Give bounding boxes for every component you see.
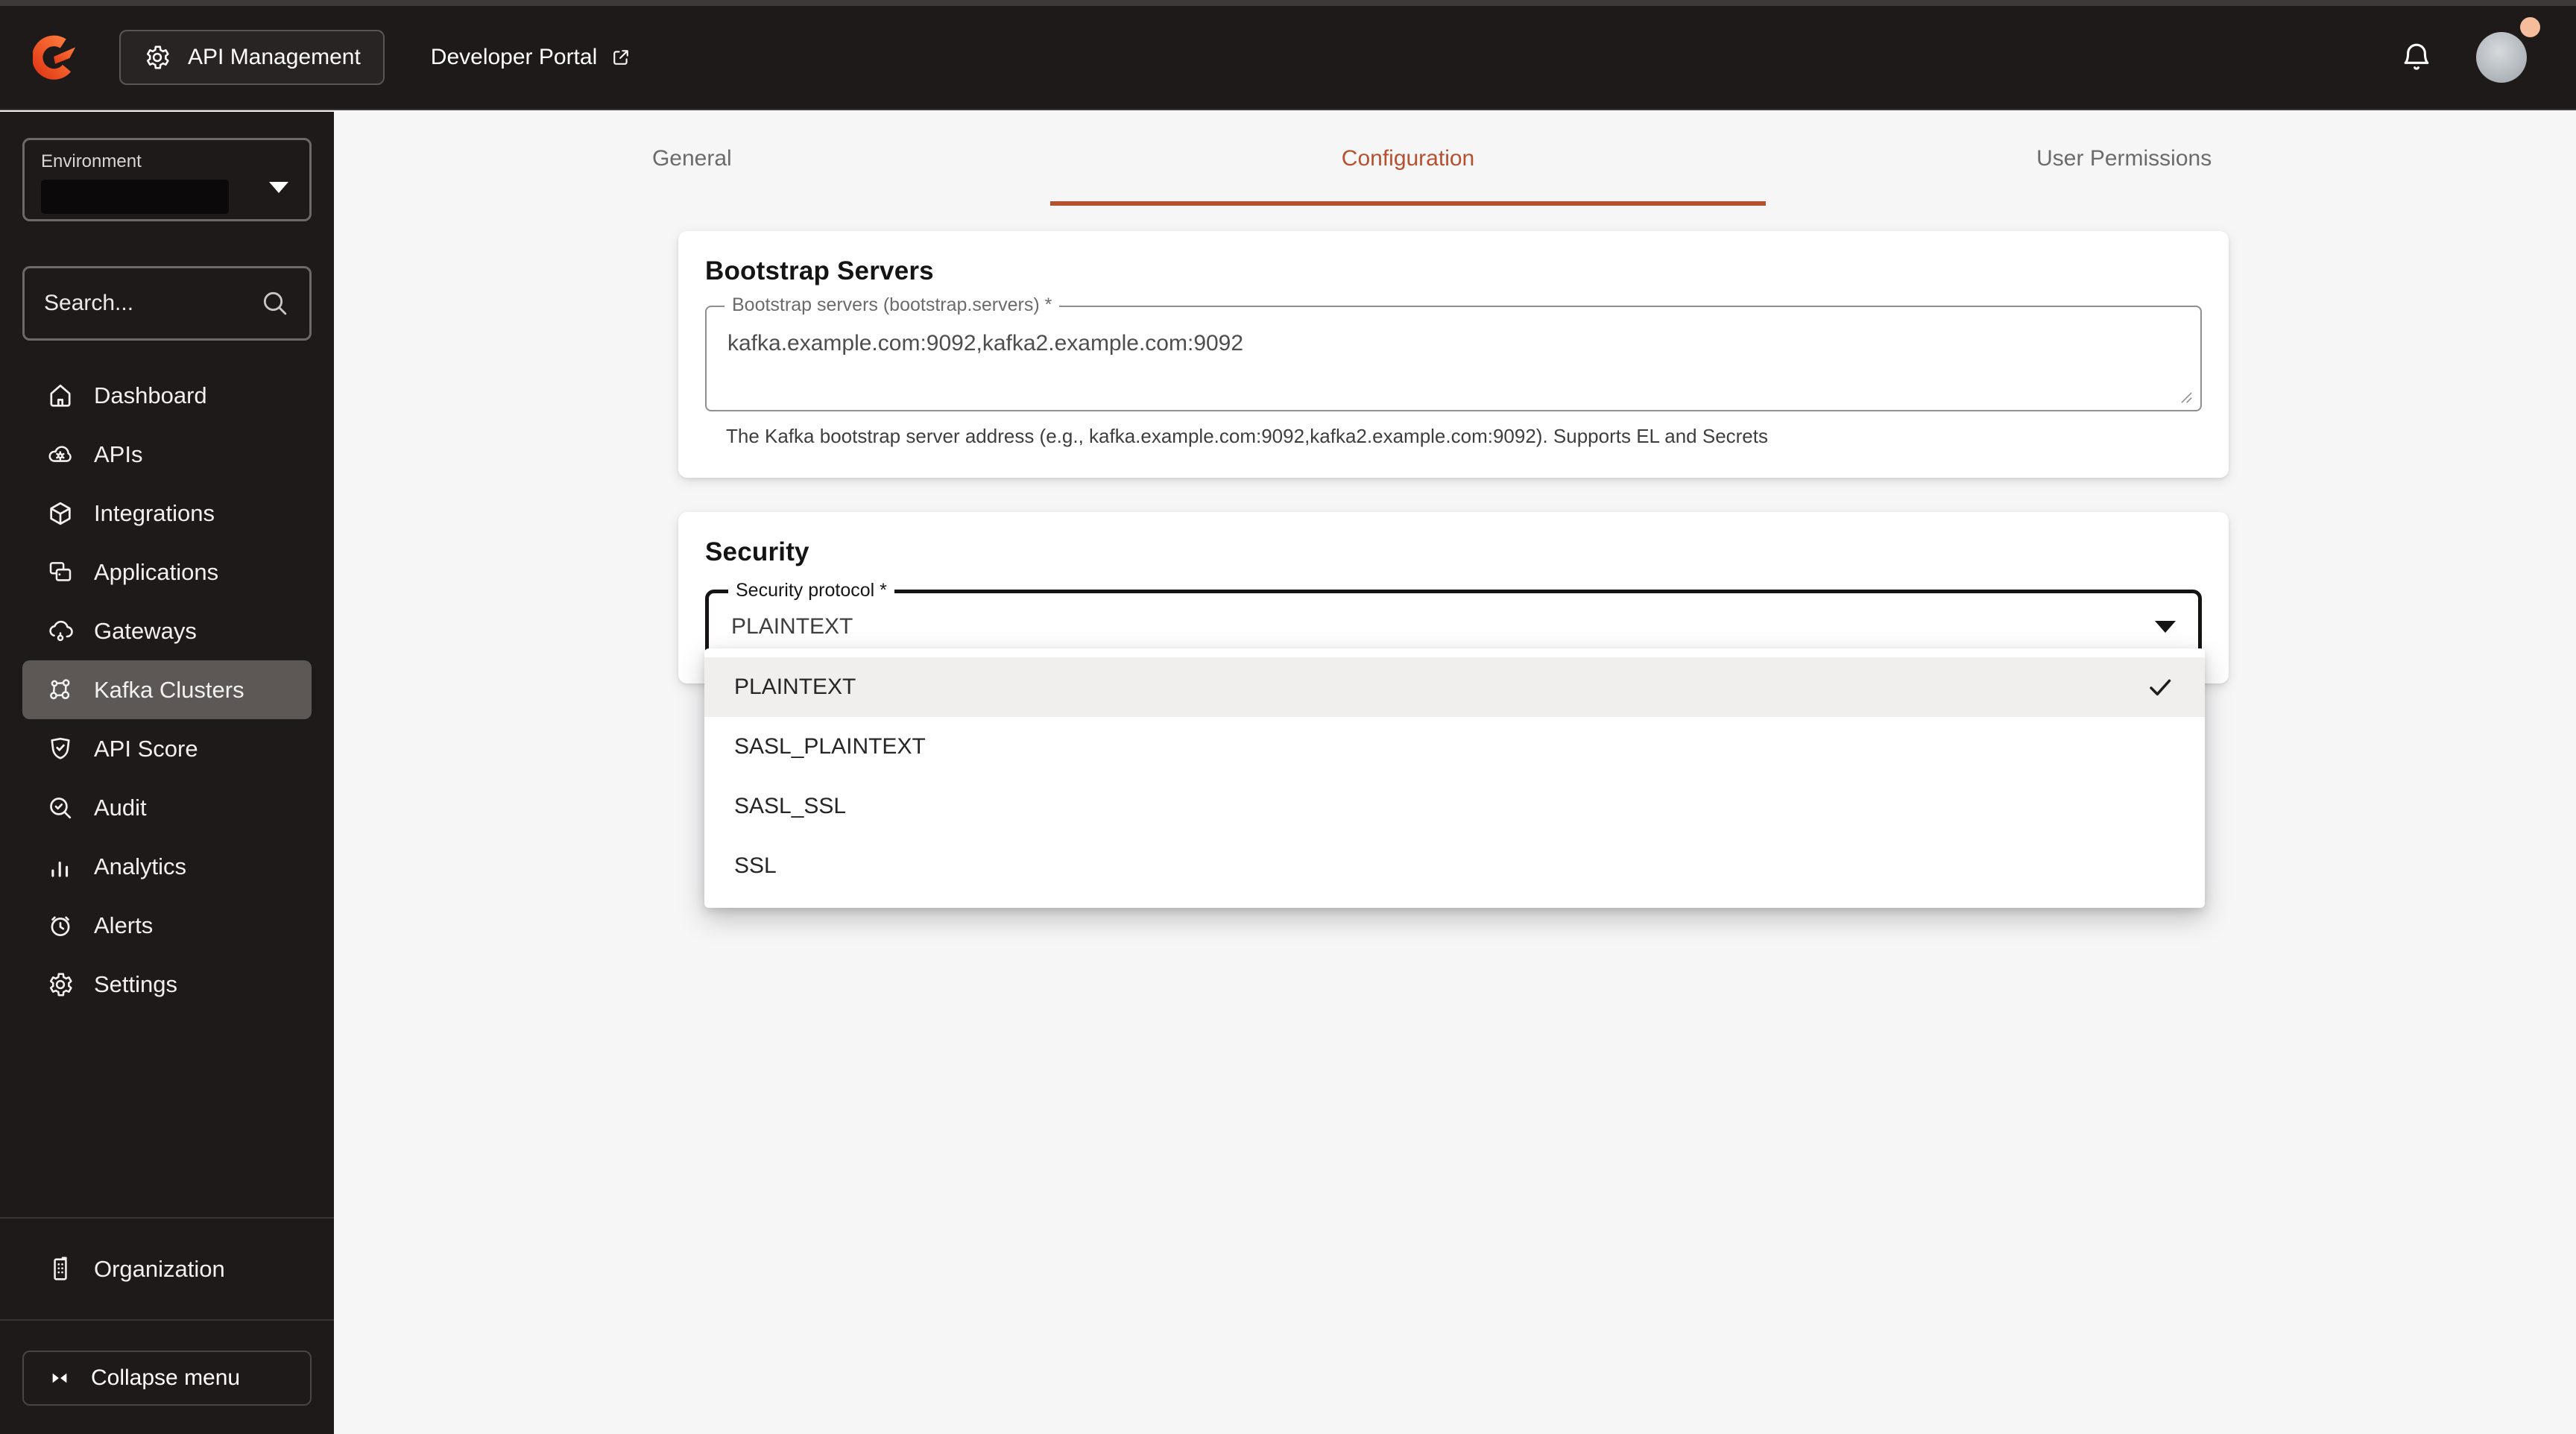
app-header: API Management Developer Portal — [0, 6, 2576, 110]
main-content: General Configuration User Permissions B… — [334, 112, 2576, 1434]
environment-value-redacted — [41, 180, 229, 214]
cloud-node-icon — [49, 620, 73, 641]
sidebar-item-audit[interactable]: Audit — [22, 778, 312, 837]
api-management-button[interactable]: API Management — [119, 30, 385, 85]
sidebar-item-label: API Score — [94, 735, 198, 762]
sidebar-item-label: Integrations — [94, 499, 215, 526]
sidebar-item-apis[interactable]: APIs — [22, 425, 312, 484]
search-input[interactable] — [44, 291, 260, 316]
sidebar-item-label: Dashboard — [94, 382, 207, 408]
dropdown-arrow-icon — [2155, 621, 2176, 633]
bootstrap-servers-value: kafka.example.com:9092,kafka2.example.co… — [727, 331, 1244, 356]
option-label: PLAINTEXT — [734, 675, 856, 699]
sidebar-item-gateways[interactable]: Gateways — [22, 601, 312, 660]
resize-handle-icon[interactable] — [2179, 391, 2193, 404]
tab-general[interactable]: General — [334, 112, 1050, 206]
option-ssl[interactable]: SSL — [704, 836, 2205, 896]
external-link-icon — [613, 50, 629, 65]
environment-label: Environment — [41, 151, 142, 171]
search-icon — [263, 291, 287, 315]
sidebar-nav: Dashboard APIs Integrations Applications… — [0, 366, 334, 1014]
sidebar-item-api-score[interactable]: API Score — [22, 719, 312, 778]
avatar-status-badge — [2520, 17, 2540, 37]
tab-label: General — [651, 146, 732, 171]
sidebar-item-label: APIs — [94, 440, 143, 467]
developer-portal-link[interactable]: Developer Portal — [431, 45, 631, 70]
option-sasl-ssl[interactable]: SASL_SSL — [704, 777, 2205, 836]
sidebar-item-label: Audit — [94, 794, 147, 821]
user-avatar[interactable] — [2476, 32, 2527, 83]
bootstrap-servers-field: Bootstrap servers (bootstrap.servers) * … — [705, 294, 2202, 411]
shield-check-icon — [51, 737, 70, 759]
home-icon — [50, 384, 71, 407]
field-helper-text: The Kafka bootstrap server address (e.g.… — [726, 425, 1768, 447]
avatar-wrap — [2476, 17, 2540, 83]
option-sasl-plaintext[interactable]: SASL_PLAINTEXT — [704, 717, 2205, 777]
tab-configuration[interactable]: Configuration — [1049, 112, 1767, 206]
sidebar-item-label: Organization — [94, 1255, 225, 1282]
sidebar-item-label: Applications — [94, 558, 219, 585]
option-label: SASL_SSL — [734, 794, 847, 818]
card-title: Bootstrap Servers — [705, 256, 934, 285]
bar-chart-icon — [51, 861, 69, 877]
sidebar-item-organization[interactable]: Organization — [22, 1239, 312, 1298]
sidebar-item-settings[interactable]: Settings — [22, 955, 312, 1014]
sidebar-item-label: Settings — [94, 970, 178, 997]
magnifier-check-icon — [50, 797, 72, 818]
sidebar-search — [22, 266, 312, 341]
select-label: Security protocol * — [728, 580, 894, 601]
kafka-cluster-icon — [50, 678, 70, 699]
bootstrap-servers-textarea[interactable]: kafka.example.com:9092,kafka2.example.co… — [705, 306, 2202, 411]
tab-label: User Permissions — [2036, 146, 2212, 171]
option-plaintext[interactable]: PLAINTEXT — [704, 657, 2205, 717]
card-title: Security — [705, 537, 809, 566]
sidebar: Environment Dashboard — [0, 112, 334, 1434]
sidebar-item-dashboard[interactable]: Dashboard — [22, 366, 312, 425]
building-icon — [54, 1256, 67, 1280]
checkmark-icon — [2150, 679, 2171, 696]
sidebar-item-alerts[interactable]: Alerts — [22, 896, 312, 955]
collapse-menu-label: Collapse menu — [91, 1365, 241, 1390]
sidebar-item-analytics[interactable]: Analytics — [22, 837, 312, 896]
api-management-label: API Management — [188, 45, 361, 69]
sidebar-item-label: Gateways — [94, 617, 197, 644]
tab-bar: General Configuration User Permissions — [334, 112, 2482, 206]
collapse-icon — [52, 1373, 67, 1383]
option-label: SASL_PLAINTEXT — [734, 734, 926, 759]
header-right — [2400, 17, 2543, 83]
sidebar-item-applications[interactable]: Applications — [22, 543, 312, 601]
gear-icon — [146, 45, 169, 69]
window-top-strip — [0, 0, 2576, 6]
tab-user-permissions[interactable]: User Permissions — [1766, 112, 2482, 206]
sidebar-bottom: Organization Collapse menu — [0, 1217, 334, 1434]
security-protocol-dropdown: PLAINTEXT SASL_PLAINTEXT SASL_SSL SSL — [704, 648, 2205, 908]
sidebar-item-integrations[interactable]: Integrations — [22, 484, 312, 543]
field-label: Bootstrap servers (bootstrap.servers) * — [724, 294, 1060, 316]
developer-portal-label: Developer Portal — [430, 45, 598, 69]
collapse-area: Collapse menu — [0, 1321, 334, 1434]
select-value: PLAINTEXT — [731, 614, 853, 639]
option-label: SSL — [734, 853, 777, 878]
main-layout: Environment Dashboard — [0, 112, 2576, 1434]
cube-icon — [50, 502, 71, 525]
gravitee-logo[interactable] — [33, 34, 79, 81]
chevron-down-icon — [269, 182, 288, 193]
sidebar-item-kafka-clusters[interactable]: Kafka Clusters — [22, 660, 312, 719]
bootstrap-servers-card: Bootstrap Servers Bootstrap servers (boo… — [678, 231, 2229, 478]
bell-icon — [2404, 43, 2429, 70]
notifications-button[interactable] — [2400, 41, 2433, 74]
sidebar-item-label: Kafka Clusters — [94, 676, 244, 703]
alarm-clock-icon — [51, 916, 70, 936]
applications-icon — [49, 561, 72, 581]
sidebar-item-label: Alerts — [94, 912, 154, 938]
cloud-gear-icon — [48, 445, 72, 462]
environment-select[interactable]: Environment — [22, 138, 312, 221]
gear-icon — [49, 972, 72, 996]
tab-label: Configuration — [1341, 146, 1475, 171]
sidebar-item-label: Analytics — [94, 853, 187, 879]
organization-section: Organization — [0, 1217, 334, 1321]
collapse-menu-button[interactable]: Collapse menu — [22, 1351, 312, 1406]
